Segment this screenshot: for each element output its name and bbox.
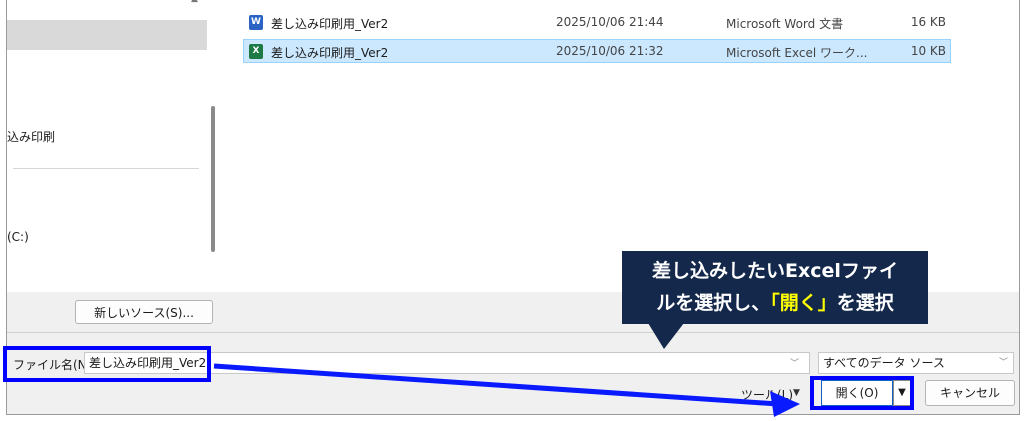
filetype-value: すべてのデータ ソース — [823, 356, 945, 370]
chevron-down-icon[interactable]: ﹀ — [790, 356, 799, 369]
file-size: 10 KB — [910, 44, 946, 58]
navigation-pane: 込み印刷 (C:) — [7, 0, 221, 292]
word-doc-icon: W — [249, 15, 263, 30]
file-date: 2025/10/06 21:32 — [556, 44, 664, 58]
excel-sheet-icon: X — [249, 44, 263, 59]
nav-item-selected[interactable] — [7, 20, 207, 50]
callout-line-2-prefix: ルを選択し、 — [656, 292, 771, 314]
callout-line-1: 差し込みしたいExcelファイ — [652, 260, 898, 282]
callout-text: 差し込みしたいExcelファイ ルを選択し、「開く」を選択 — [622, 255, 928, 319]
file-name: 差し込み印刷用_Ver2 — [271, 46, 389, 60]
filetype-select[interactable]: すべてのデータ ソース ﹀ — [818, 352, 1014, 374]
new-source-button[interactable]: 新しいソース(S)... — [75, 300, 213, 324]
file-type: Microsoft Word 文書 — [726, 17, 844, 31]
scroll-up-icon[interactable]: ▲ — [191, 0, 198, 4]
callout-open-highlight: 「開く」 — [770, 292, 837, 314]
file-date: 2025/10/06 21:44 — [556, 15, 664, 29]
callout-tail — [648, 323, 684, 349]
caret-down-icon[interactable]: ▼ — [793, 388, 800, 398]
callout-line-2-suffix: を選択 — [836, 292, 894, 314]
nav-scrollbar-thumb[interactable] — [211, 106, 215, 252]
tools-menu[interactable]: ツール(L) — [741, 386, 793, 403]
highlight-box-open — [810, 376, 914, 410]
cancel-button[interactable]: キャンセル — [925, 380, 1015, 406]
file-size: 16 KB — [910, 15, 946, 29]
nav-item-label[interactable]: 込み印刷 — [7, 128, 55, 145]
file-type: Microsoft Excel ワーク... — [726, 46, 868, 60]
nav-divider — [13, 168, 199, 169]
divider — [7, 332, 1019, 333]
file-row-word[interactable]: W 差し込み印刷用_Ver2 2025/10/06 21:44 Microsof… — [243, 10, 951, 34]
file-row-excel[interactable]: X 差し込み印刷用_Ver2 2025/10/06 21:32 Microsof… — [243, 39, 951, 63]
callout-line-2: ルを選択し、「開く」を選択 — [622, 287, 928, 319]
nav-item-drive-c[interactable]: (C:) — [7, 230, 29, 244]
highlight-box-filename — [3, 346, 211, 382]
chevron-down-icon: ﹀ — [998, 358, 1008, 368]
file-name: 差し込み印刷用_Ver2 — [271, 17, 389, 31]
file-list: W 差し込み印刷用_Ver2 2025/10/06 21:44 Microsof… — [221, 0, 1019, 292]
